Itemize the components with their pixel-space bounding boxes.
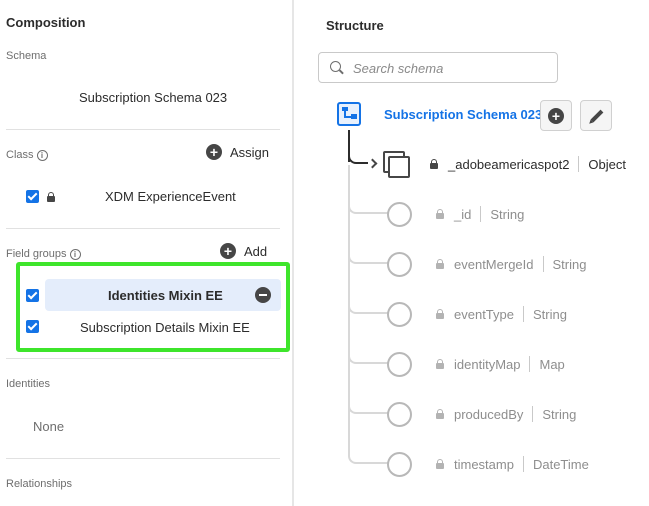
- panel-divider[interactable]: [292, 0, 294, 506]
- field-name: _id: [454, 206, 472, 222]
- tree-row[interactable]: identityMap Map: [436, 356, 565, 372]
- divider: [6, 228, 280, 229]
- tree-branch: [348, 348, 388, 364]
- tree-line: [348, 148, 368, 164]
- class-label: Class: [6, 149, 34, 161]
- search-icon: [330, 61, 341, 72]
- tree-row-object[interactable]: _adobeamericaspot2 Object: [430, 156, 626, 172]
- identities-label: Identities: [6, 378, 51, 390]
- composition-panel: Composition Schema Subscription Schema 0…: [0, 0, 293, 506]
- tree-branch: [348, 198, 388, 214]
- lock-icon: [436, 209, 444, 219]
- divider: [6, 458, 280, 459]
- field-group-name[interactable]: Subscription Details Mixin EE: [80, 320, 250, 335]
- field-type: Object: [588, 156, 626, 172]
- field-name: identityMap: [454, 356, 521, 372]
- divider: [6, 129, 280, 130]
- relationships-section-label: Relationships: [6, 478, 72, 490]
- field-group-name[interactable]: Identities Mixin EE: [108, 288, 223, 303]
- tree-branch: [348, 398, 388, 414]
- field-node-icon: [387, 402, 412, 427]
- assign-button[interactable]: + Assign: [206, 144, 269, 160]
- field-group-checkbox[interactable]: [26, 289, 39, 302]
- info-icon[interactable]: i: [36, 149, 48, 161]
- add-field-button[interactable]: +: [540, 100, 572, 131]
- edit-button[interactable]: [580, 100, 612, 131]
- field-groups-label: Field groups: [6, 248, 67, 260]
- relationships-label: Relationships: [6, 478, 73, 490]
- tree-row[interactable]: eventType String: [436, 306, 567, 322]
- pencil-icon: [590, 109, 604, 123]
- structure-title: Structure: [326, 18, 384, 33]
- lock-icon: [436, 359, 444, 369]
- lock-icon: [436, 459, 444, 469]
- class-section-label: Class i: [6, 149, 48, 161]
- field-type: String: [533, 306, 567, 322]
- add-circle-icon: +: [220, 243, 236, 259]
- tree-row[interactable]: _id String: [436, 206, 524, 222]
- lock-icon: [436, 409, 444, 419]
- field-type: String: [542, 406, 577, 422]
- class-checkbox[interactable]: [26, 190, 39, 203]
- field-type: Map: [539, 356, 565, 372]
- add-field-group-button[interactable]: + Add: [220, 243, 267, 259]
- schema-section-label: Schema: [6, 50, 46, 62]
- tree-branch: [348, 448, 388, 464]
- composition-title: Composition: [6, 15, 86, 30]
- remove-circle-icon[interactable]: [255, 287, 271, 303]
- root-schema-name[interactable]: Subscription Schema 023: [384, 107, 542, 122]
- field-node-icon: [387, 202, 412, 227]
- chevron-right-icon[interactable]: [367, 158, 378, 169]
- identities-value: None: [33, 419, 65, 434]
- field-name: producedBy: [454, 406, 524, 422]
- field-groups-section-label: Field groups i: [6, 248, 81, 260]
- field-name: eventMergeId: [454, 256, 534, 272]
- divider: [6, 358, 280, 359]
- assign-label: Assign: [230, 144, 270, 160]
- field-name: eventType: [454, 306, 514, 322]
- field-name: timestamp: [454, 456, 514, 472]
- lock-icon: [47, 192, 55, 202]
- tree-row[interactable]: producedBy String: [436, 406, 576, 422]
- field-group-checkbox[interactable]: [26, 320, 39, 333]
- tree-row[interactable]: timestamp DateTime: [436, 456, 589, 472]
- lock-icon: [436, 309, 444, 319]
- field-node-icon: [387, 252, 412, 277]
- field-node-icon: [387, 302, 412, 327]
- field-name: _adobeamericaspot2: [448, 156, 570, 172]
- field-node-icon: [387, 352, 412, 377]
- field-type: DateTime: [532, 456, 589, 472]
- tree-row[interactable]: eventMergeId String: [436, 256, 586, 272]
- lock-icon: [430, 159, 438, 169]
- search-input[interactable]: [353, 59, 548, 77]
- tree-branch: [348, 298, 388, 314]
- identities-section-label: Identities: [6, 378, 50, 390]
- schema-tree-icon: [337, 102, 361, 126]
- add-circle-icon: +: [206, 144, 222, 160]
- schema-label: Schema: [6, 50, 47, 62]
- field-node-icon: [387, 452, 412, 477]
- field-type: String: [552, 256, 587, 272]
- tree-branch: [348, 248, 388, 264]
- class-name[interactable]: XDM ExperienceEvent: [105, 189, 236, 204]
- search-field[interactable]: [318, 52, 558, 83]
- lock-icon: [436, 259, 444, 269]
- schema-name[interactable]: Subscription Schema 023: [79, 90, 227, 105]
- add-circle-icon: +: [548, 108, 564, 124]
- add-label: Add: [244, 243, 268, 259]
- object-node-icon: [383, 151, 411, 179]
- field-type: String: [490, 206, 525, 222]
- info-icon[interactable]: i: [69, 248, 81, 260]
